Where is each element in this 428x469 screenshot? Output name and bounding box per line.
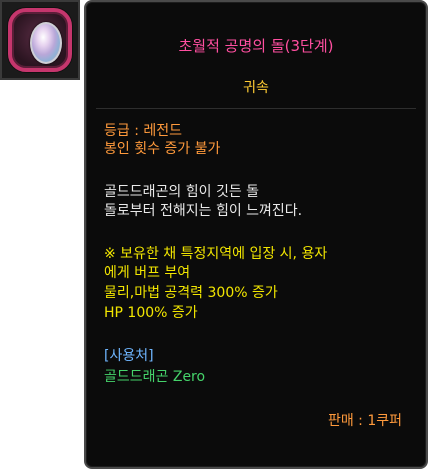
sell-price: 판매 : 1쿠퍼 (327, 413, 402, 429)
effect-line: 에게 버프 부여 (104, 265, 191, 281)
description-line: 골드드래곤의 힘이 깃든 돌 (104, 184, 260, 200)
item-icon-slot[interactable] (0, 0, 80, 80)
item-tooltip: 초월적 공명의 돌(3단계) 귀속 등급 : 레전드 봉인 횟수 증가 불가 골… (84, 0, 428, 469)
description-line: 돌로부터 전해지는 힘이 느껴진다. (104, 203, 303, 219)
usage-value: 골드드래곤 Zero (104, 369, 206, 385)
usage-header: [사용처] (104, 348, 154, 364)
stone-gem (30, 22, 62, 64)
effect-line: HP 100% 증가 (104, 305, 198, 321)
resonance-stone-icon (8, 8, 72, 72)
effect-line: ※ 보유한 채 특정지역에 입장 시, 용자 (104, 246, 328, 262)
seal-text: 봉인 횟수 증가 불가 (104, 141, 221, 157)
effect-line: 물리,마법 공격력 300% 증가 (104, 285, 278, 301)
item-name: 초월적 공명의 돌(3단계) (178, 37, 334, 55)
grade-label: 등급 : 레전드 (104, 123, 183, 139)
binding-label: 귀속 (243, 80, 269, 96)
divider (96, 108, 416, 109)
